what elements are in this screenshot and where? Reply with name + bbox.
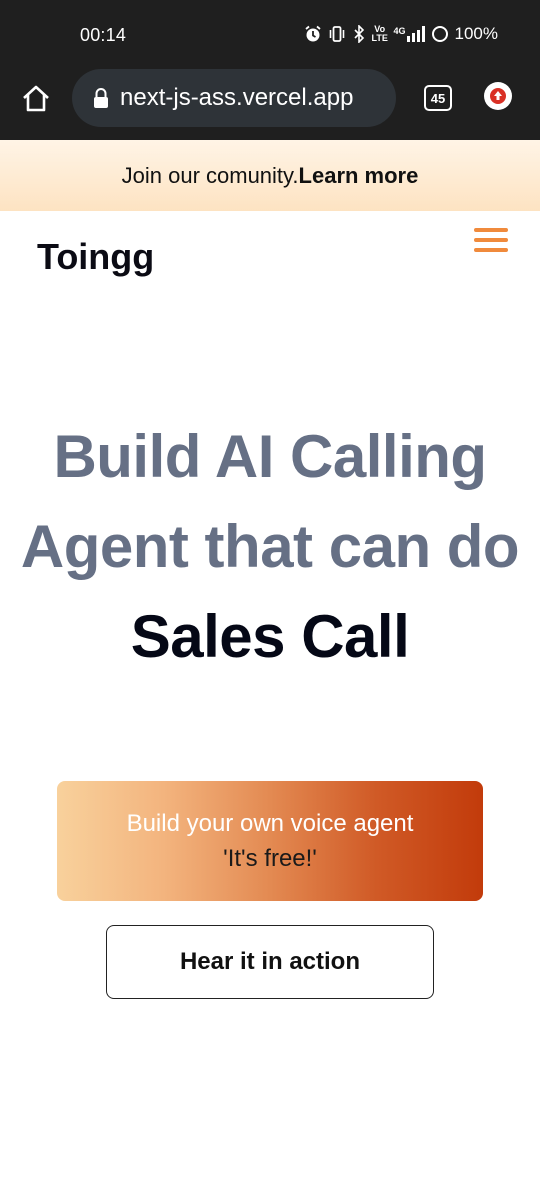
status-time: 00:14 bbox=[80, 25, 127, 45]
bluetooth-icon bbox=[352, 25, 366, 43]
battery-icon bbox=[431, 25, 449, 43]
status-icons: Vo LTE 4G 100% bbox=[304, 24, 498, 44]
learn-more-link[interactable]: Learn more bbox=[299, 163, 419, 189]
vibrate-icon bbox=[328, 25, 346, 43]
site-logo[interactable]: Toingg bbox=[37, 236, 154, 278]
url-text: next-js-ass.vercel.app bbox=[120, 84, 354, 111]
signal-icon: 4G bbox=[394, 26, 425, 42]
browser-toolbar: next-js-ass.vercel.app 45 bbox=[0, 68, 540, 140]
alarm-icon bbox=[304, 25, 322, 43]
cta-line-1: Build your own voice agent bbox=[126, 810, 414, 837]
lock-icon bbox=[92, 87, 110, 109]
tabs-icon[interactable]: 45 bbox=[424, 85, 452, 111]
hero-heading: Build AI Calling Agent that can do Sales… bbox=[0, 412, 540, 682]
hamburger-icon[interactable] bbox=[474, 228, 510, 256]
announcement-text: Join our comunity. bbox=[121, 162, 299, 188]
home-icon[interactable] bbox=[20, 83, 52, 115]
update-icon[interactable] bbox=[484, 82, 512, 110]
status-bar: 00:14 Vo LTE 4G 100% bbox=[0, 0, 540, 68]
hear-it-in-action-button[interactable]: Hear it in action bbox=[106, 925, 434, 999]
network-label: 4G bbox=[393, 26, 406, 36]
volte-icon: Vo LTE bbox=[371, 24, 388, 43]
hero-line-1: Build AI Calling bbox=[53, 423, 487, 490]
hero-highlight: Sales Call bbox=[130, 603, 410, 670]
build-agent-button[interactable]: Build your own voice agent 'It's free!' bbox=[57, 781, 483, 901]
hero-line-2: Agent that can do bbox=[20, 513, 520, 580]
address-bar[interactable]: next-js-ass.vercel.app bbox=[72, 69, 396, 127]
announcement-bar: Join our comunity. Learn more bbox=[0, 140, 540, 211]
cta-line-2: 'It's free!' bbox=[223, 845, 317, 872]
battery-percent: 100% bbox=[454, 24, 498, 43]
